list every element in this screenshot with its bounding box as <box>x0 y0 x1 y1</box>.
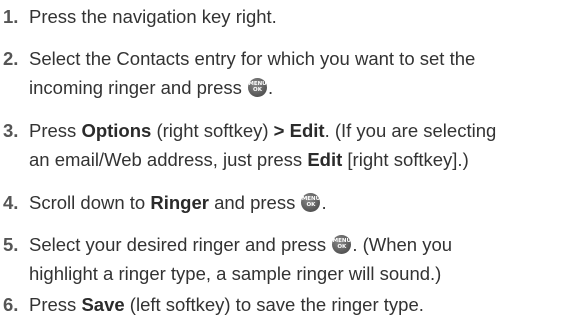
step-text: Select the Contacts entry for which you … <box>29 44 559 102</box>
step-text: Scroll down to Ringer and press MENU OK. <box>29 188 559 217</box>
text-span: Press <box>29 120 82 141</box>
ringer-label: Ringer <box>150 192 209 213</box>
menu-ok-key-icon: MENU OK <box>301 193 321 212</box>
text-span: . (When you <box>352 234 453 255</box>
text-span: and press <box>208 192 296 213</box>
step-line: an email/Web address, just press Edit [r… <box>29 145 559 174</box>
text-span: . (If you are selecting <box>324 120 497 141</box>
text-span: Scroll down to <box>29 192 151 213</box>
step-text: Press Save (left softkey) to save the ri… <box>29 290 559 319</box>
step-line: Scroll down to Ringer and press MENU OK. <box>29 188 559 217</box>
text-span: (right softkey) <box>151 120 274 141</box>
text-span: . <box>321 192 327 213</box>
step-number: 5. <box>3 234 19 255</box>
menu-ok-key-icon: MENU OK <box>332 235 352 254</box>
step-text: Select your desired ringer and press MEN… <box>29 230 559 288</box>
key-bottom-label: OK <box>253 87 262 93</box>
step-text: Press the navigation key right. <box>29 2 559 31</box>
step-number: 4. <box>3 192 19 213</box>
key-bottom-label: OK <box>337 244 347 250</box>
step-line: Press Save (left softkey) to save the ri… <box>29 290 559 319</box>
step-line: Select your desired ringer and press MEN… <box>29 230 559 259</box>
menu-ok-key-icon: MENU OK <box>248 78 267 97</box>
key-bottom-label: OK <box>306 202 316 208</box>
text-span: Press <box>29 294 82 315</box>
text-span: (left softkey) to save the ringer type. <box>124 294 424 315</box>
step-number: 2. <box>3 48 19 69</box>
step-text: Press Options (right softkey) > Edit. (I… <box>29 116 559 174</box>
edit-label: Edit <box>307 149 343 170</box>
edit-label: > Edit <box>273 120 325 141</box>
text-span: Select your desired ringer and press <box>29 234 327 255</box>
text-span: an email/Web address, just press <box>29 149 308 170</box>
step-line: Press the navigation key right. <box>29 6 277 27</box>
step-line: Press Options (right softkey) > Edit. (I… <box>29 116 559 145</box>
step-number: 6. <box>3 294 19 315</box>
text-span: . <box>268 77 274 98</box>
step-line: incoming ringer and press MENU OK. <box>29 73 559 102</box>
step-line: Select the Contacts entry for which you … <box>29 48 476 69</box>
options-label: Options <box>81 120 152 141</box>
step-number: 1. <box>3 6 19 27</box>
save-label: Save <box>81 294 125 315</box>
text-span: [right softkey].) <box>342 149 469 170</box>
step-number: 3. <box>3 120 19 141</box>
text-span: incoming ringer and press <box>29 77 242 98</box>
step-line: highlight a ringer type, a sample ringer… <box>29 263 442 284</box>
